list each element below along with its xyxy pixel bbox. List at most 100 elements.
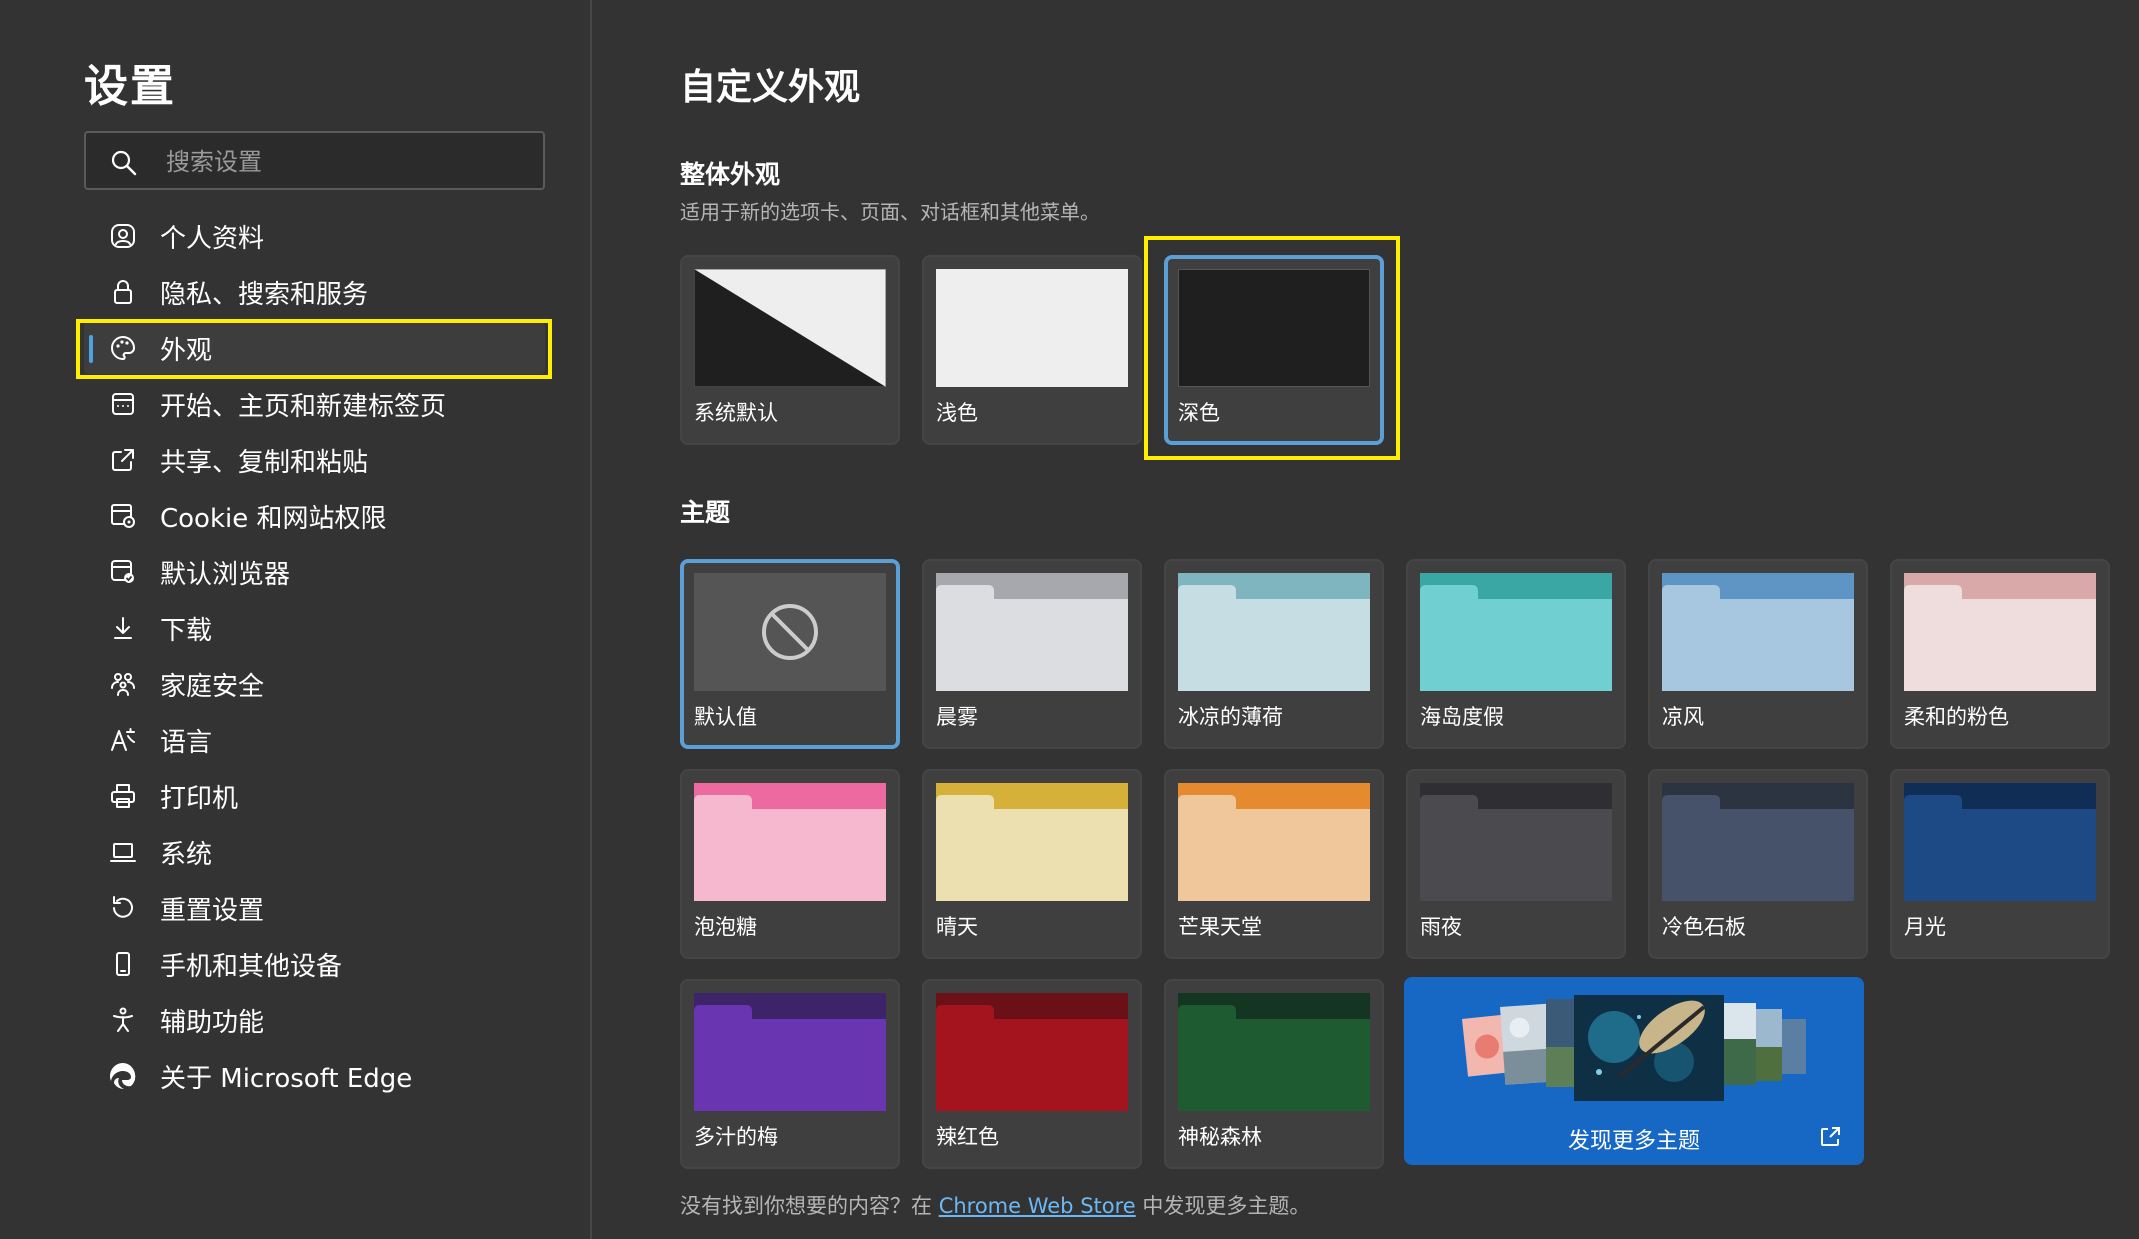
palette-icon [108, 333, 138, 363]
theme-card[interactable]: 冰凉的薄荷 [1164, 559, 1384, 749]
theme-label: 柔和的粉色 [1904, 705, 2009, 729]
theme-card[interactable]: 默认值 [680, 559, 900, 749]
theme-preview [1178, 993, 1370, 1111]
sidebar-item-label: 默认浏览器 [160, 559, 291, 590]
theme-preview [936, 573, 1128, 691]
theme-label: 海岛度假 [1420, 705, 1504, 729]
main-content: 自定义外观 整体外观 适用于新的选项卡、页面、对话框和其他菜单。 系统默认 浅色 深… [592, 0, 2139, 1239]
theme-card[interactable]: 芒果天堂 [1164, 769, 1384, 959]
sidebar-item-label: 辅助功能 [160, 1007, 265, 1038]
sidebar-item-label: 系统 [160, 839, 213, 870]
sidebar-item-1[interactable]: 隐私、搜索和服务 [84, 266, 545, 318]
light-preview [936, 269, 1128, 387]
phone-icon [108, 949, 138, 979]
sidebar-item-label: 个人资料 [160, 223, 265, 254]
sidebar-item-4[interactable]: 共享、复制和粘贴 [84, 434, 545, 486]
appearance-option-label: 系统默认 [694, 401, 778, 425]
edge-logo-icon [108, 1061, 138, 1091]
theme-preview [1904, 783, 2096, 901]
profile-icon [108, 221, 138, 251]
sidebar-item-7[interactable]: 下载 [84, 602, 545, 654]
sidebar-item-9[interactable]: 语言 [84, 714, 545, 766]
appearance-option-label: 深色 [1178, 401, 1220, 425]
theme-preview [936, 993, 1128, 1111]
accessibility-icon [108, 1005, 138, 1035]
dark-preview [1178, 269, 1370, 387]
sidebar-item-label: 关于 Microsoft Edge [160, 1063, 413, 1094]
sidebar-item-3[interactable]: 开始、主页和新建标签页 [84, 378, 545, 430]
family-icon [108, 669, 138, 699]
search-box[interactable] [84, 131, 545, 190]
system-default-preview [694, 269, 886, 387]
theme-preview [694, 783, 886, 901]
chrome-web-store-link[interactable]: Chrome Web Store [939, 1194, 1136, 1218]
theme-preview [936, 783, 1128, 901]
overall-appearance-heading: 整体外观 [680, 160, 781, 189]
theme-card[interactable]: 雨夜 [1406, 769, 1626, 959]
theme-preview [1662, 573, 1854, 691]
theme-label: 辣红色 [936, 1125, 999, 1149]
language-icon [108, 725, 138, 755]
theme-card[interactable]: 柔和的粉色 [1890, 559, 2110, 749]
theme-card[interactable]: 凉风 [1648, 559, 1868, 749]
sidebar-item-5[interactable]: Cookie 和网站权限 [84, 490, 545, 542]
external-link-icon [1821, 1127, 1840, 1146]
lock-icon [108, 277, 138, 307]
sidebar-item-label: 语言 [160, 727, 213, 758]
sidebar-item-label: Cookie 和网站权限 [160, 503, 387, 534]
sidebar-item-label: 打印机 [160, 783, 239, 814]
theme-card[interactable]: 冷色石板 [1648, 769, 1868, 959]
sidebar-item-8[interactable]: 家庭安全 [84, 658, 545, 710]
theme-card[interactable]: 晨雾 [922, 559, 1142, 749]
theme-preview [1420, 573, 1612, 691]
sidebar-item-2[interactable]: 外观 [84, 322, 545, 374]
sidebar-item-label: 隐私、搜索和服务 [160, 279, 369, 310]
theme-card[interactable]: 月光 [1890, 769, 2110, 959]
theme-preview [1904, 573, 2096, 691]
theme-label: 默认值 [694, 705, 757, 729]
appearance-option-system[interactable]: 系统默认 [680, 255, 900, 445]
themes-footer: 没有找到你想要的内容？在 Chrome Web Store 中发现更多主题。 [680, 1194, 1311, 1218]
theme-preview [694, 993, 886, 1111]
cookie-icon [108, 501, 138, 531]
sidebar-item-label: 下载 [160, 615, 213, 646]
appearance-option-light[interactable]: 浅色 [922, 255, 1142, 445]
theme-label: 冷色石板 [1662, 915, 1746, 939]
appearance-option-dark[interactable]: 深色 [1164, 255, 1384, 445]
theme-label: 凉风 [1662, 705, 1704, 729]
download-icon [108, 613, 138, 643]
themes-collage-image [1462, 995, 1806, 1101]
theme-preview [1662, 783, 1854, 901]
theme-card[interactable]: 泡泡糖 [680, 769, 900, 959]
sidebar-item-14[interactable]: 辅助功能 [84, 994, 545, 1046]
sidebar-item-13[interactable]: 手机和其他设备 [84, 938, 545, 990]
sidebar-item-6[interactable]: 默认浏览器 [84, 546, 545, 598]
theme-label: 芒果天堂 [1178, 915, 1262, 939]
sidebar-item-label: 共享、复制和粘贴 [160, 447, 369, 478]
sidebar-item-label: 重置设置 [160, 895, 265, 926]
sidebar-item-0[interactable]: 个人资料 [84, 210, 545, 262]
discover-more-themes-card[interactable]: 发现更多主题 [1404, 977, 1864, 1165]
sidebar-item-12[interactable]: 重置设置 [84, 882, 545, 934]
theme-label: 晨雾 [936, 705, 978, 729]
search-input[interactable] [164, 133, 528, 190]
sidebar-item-10[interactable]: 打印机 [84, 770, 545, 822]
home-tab-icon [108, 389, 138, 419]
theme-label: 雨夜 [1420, 915, 1462, 939]
search-icon [111, 150, 137, 176]
theme-card[interactable]: 海岛度假 [1406, 559, 1626, 749]
appearance-option-label: 浅色 [936, 401, 978, 425]
theme-card[interactable]: 多汁的梅 [680, 979, 900, 1169]
sidebar-item-label: 家庭安全 [160, 671, 265, 702]
sidebar-item-15[interactable]: 关于 Microsoft Edge [84, 1050, 545, 1102]
theme-label: 月光 [1904, 915, 1946, 939]
browser-icon [108, 557, 138, 587]
theme-card[interactable]: 辣红色 [922, 979, 1142, 1169]
theme-card[interactable]: 晴天 [922, 769, 1142, 959]
theme-card[interactable]: 神秘森林 [1164, 979, 1384, 1169]
theme-preview [1178, 783, 1370, 901]
theme-preview [1178, 573, 1370, 691]
theme-preview [1420, 783, 1612, 901]
overall-appearance-subtitle: 适用于新的选项卡、页面、对话框和其他菜单。 [680, 200, 1100, 224]
sidebar-item-11[interactable]: 系统 [84, 826, 545, 878]
